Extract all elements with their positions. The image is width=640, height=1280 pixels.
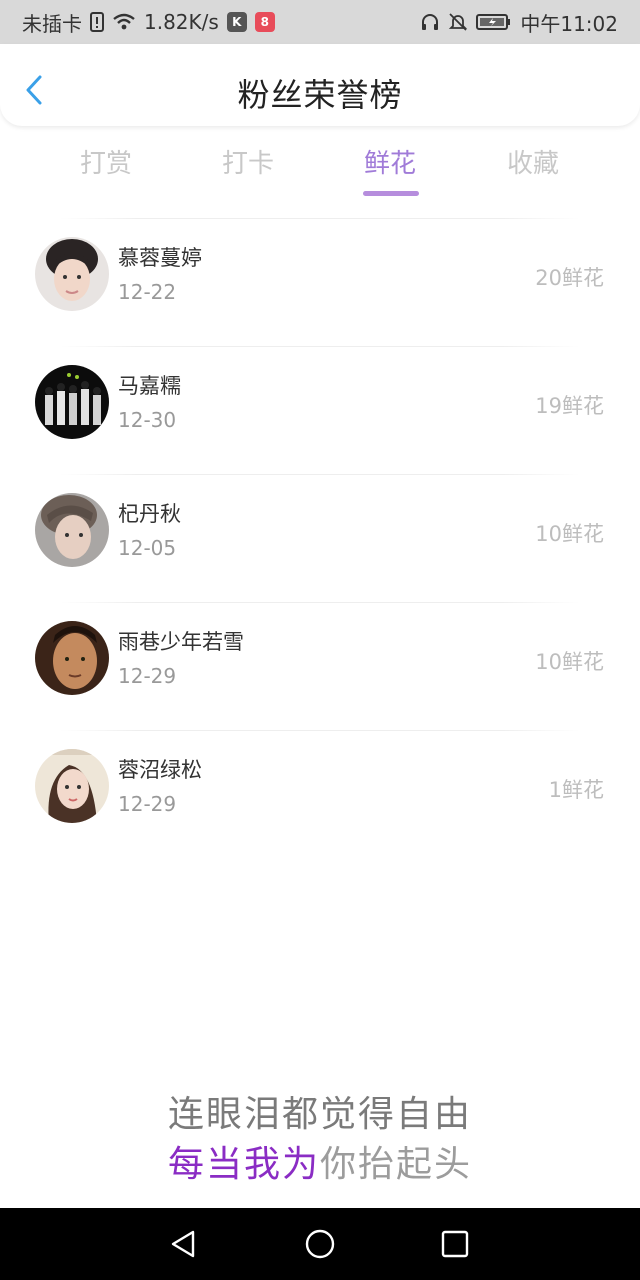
lyric-line-1: 连眼泪都觉得自由 [167, 1094, 472, 1135]
avatar[interactable] [35, 621, 109, 695]
avatar[interactable] [35, 493, 109, 567]
wifi-icon [112, 13, 136, 31]
flower-count: 10鲜花 [535, 522, 604, 546]
fan-date: 12-22 [118, 280, 177, 304]
lyric-line-2-sung: 每当我为 [167, 1144, 320, 1185]
tab-favorites[interactable]: 收藏 [463, 138, 603, 198]
triangle-back-icon [171, 1230, 195, 1258]
list-item[interactable]: 杞丹秋 12-05 10鲜花 [0, 474, 640, 602]
nav-home-button[interactable] [300, 1224, 340, 1264]
lyrics-overlay: 连眼泪都觉得自由 每当我为你抬起头 [0, 1085, 640, 1185]
battery-icon [476, 13, 512, 31]
headphones-icon [420, 12, 440, 32]
avatar[interactable] [35, 237, 109, 311]
tab-flowers[interactable]: 鲜花 [320, 138, 460, 198]
divider [60, 218, 580, 219]
carrier-text: 未插卡 [22, 11, 82, 36]
fan-list: 慕蓉蔓婷 12-22 20鲜花 马嘉糯 12-30 19鲜花 杞丹秋 12-05… [0, 218, 640, 858]
divider [60, 730, 580, 731]
tab-reward[interactable]: 打赏 [36, 138, 176, 198]
divider [60, 474, 580, 475]
flower-count: 1鲜花 [548, 778, 604, 802]
clock: 中午11:02 [520, 11, 618, 36]
fan-name: 蓉沼绿松 [118, 758, 202, 782]
divider [60, 346, 580, 347]
circle-home-icon [305, 1229, 335, 1259]
flower-count: 10鲜花 [535, 650, 604, 674]
app-header: 粉丝荣誉榜 [0, 44, 640, 126]
lyric-line-2-unsung: 你抬起头 [320, 1144, 473, 1185]
nav-recents-button[interactable] [435, 1224, 475, 1264]
fan-date: 12-29 [118, 792, 177, 816]
status-right: 中午11:02 [420, 8, 618, 37]
square-recents-icon [441, 1230, 469, 1258]
fan-name: 雨巷少年若雪 [118, 630, 244, 654]
active-tab-indicator [363, 191, 419, 196]
fan-date: 12-05 [118, 536, 177, 560]
app-notification-icon: K [226, 12, 247, 32]
status-left: 未插卡 1.82K/s K 8 [22, 8, 275, 37]
status-bar: 未插卡 1.82K/s K 8 中午11:02 [0, 0, 640, 44]
divider [60, 602, 580, 603]
lyric-line-2: 每当我为你抬起头 [0, 1135, 640, 1185]
fan-date: 12-29 [118, 664, 177, 688]
tab-bar: 打赏 打卡 鲜花 收藏 [0, 138, 640, 202]
list-item[interactable]: 雨巷少年若雪 12-29 10鲜花 [0, 602, 640, 730]
list-item[interactable]: 慕蓉蔓婷 12-22 20鲜花 [0, 218, 640, 346]
nav-back-button[interactable] [163, 1224, 203, 1264]
app-notification-icon-2: 8 [254, 12, 275, 32]
system-nav-bar [0, 1208, 640, 1280]
avatar[interactable] [35, 365, 109, 439]
flower-count: 19鲜花 [535, 394, 604, 418]
list-item[interactable]: 蓉沼绿松 12-29 1鲜花 [0, 730, 640, 858]
network-speed: 1.82K/s [144, 10, 219, 34]
sim-alert-icon [90, 12, 104, 32]
mute-bell-icon [448, 12, 468, 32]
tab-checkin[interactable]: 打卡 [178, 138, 318, 198]
flower-count: 20鲜花 [535, 266, 604, 290]
page-title: 粉丝荣誉榜 [237, 76, 403, 114]
fan-name: 慕蓉蔓婷 [118, 246, 202, 270]
fan-name: 马嘉糯 [118, 374, 181, 398]
fan-date: 12-30 [118, 408, 177, 432]
list-item[interactable]: 马嘉糯 12-30 19鲜花 [0, 346, 640, 474]
fan-name: 杞丹秋 [118, 502, 181, 526]
avatar[interactable] [35, 749, 109, 823]
